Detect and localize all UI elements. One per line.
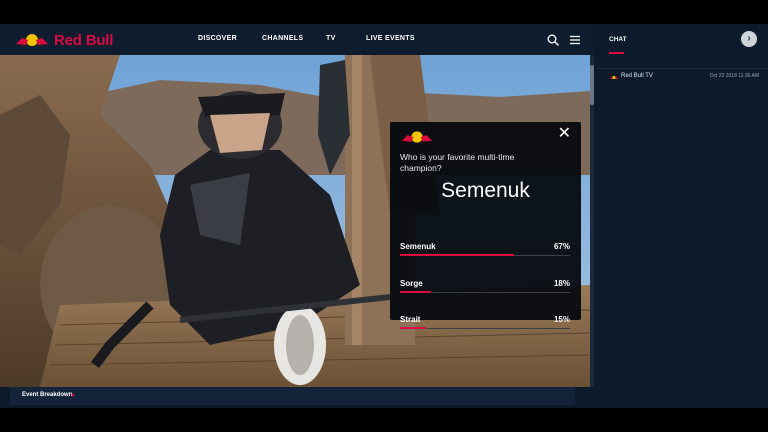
video-scrollbar[interactable] (590, 55, 594, 387)
poll-option-name: Semenuk (400, 242, 436, 251)
brand-name: Red Bull (54, 31, 114, 49)
event-breakdown-bar[interactable]: Event Breakdown (10, 387, 575, 405)
poll-question: Who is your favorite multi-time champion… (400, 152, 515, 173)
chat-tab[interactable]: CHAT (609, 36, 627, 43)
chat-author[interactable]: Red Bull TV (621, 73, 653, 79)
poll-option-name: Strait (400, 315, 421, 324)
app-frame: Red Bull DISCOVER CHANNELS TV LIVE EVENT… (0, 24, 768, 408)
top-nav-bar: Red Bull DISCOVER CHANNELS TV LIVE EVENT… (0, 24, 594, 56)
poll-option-bar (400, 291, 431, 293)
poll-overlay: ✕ Who is your favorite multi-time champi… (390, 122, 581, 329)
chat-timestamp: Oct 23 2018 11:36 AM (709, 73, 759, 79)
close-icon[interactable]: ✕ (558, 126, 571, 142)
poll-option-track (400, 328, 570, 329)
nav-channels[interactable]: CHANNELS (262, 35, 303, 42)
chat-panel: CHAT › Red Bull TV Oct 23 2018 11:36 AM (597, 24, 768, 408)
poll-option-percent: 15% (553, 315, 570, 324)
nav-tv[interactable]: TV (326, 35, 336, 42)
nav-live-events[interactable]: LIVE EVENTS (366, 35, 415, 42)
poll-option-bar (400, 327, 426, 329)
chevron-right-icon[interactable]: › (741, 31, 757, 47)
scrollbar-thumb[interactable] (590, 65, 594, 105)
poll-option-name: Sorge (400, 279, 423, 288)
poll-bulls-logo-icon (401, 131, 433, 143)
poll-option-percent: 18% (553, 279, 570, 288)
bulls-logo-icon (16, 34, 48, 46)
menu-icon[interactable] (568, 33, 582, 47)
chat-tab-underline (609, 52, 624, 54)
author-logo-icon (609, 75, 619, 80)
dropdown-arrow-icon[interactable] (71, 394, 75, 397)
event-breakdown-label[interactable]: Event Breakdown (22, 392, 72, 398)
nav-discover[interactable]: DISCOVER (198, 35, 237, 42)
search-icon[interactable] (546, 33, 560, 47)
poll-option-percent: 67% (553, 242, 570, 251)
chat-message: Red Bull TV Oct 23 2018 11:36 AM (609, 72, 759, 84)
red-bull-logo[interactable]: Red Bull (14, 29, 113, 51)
chat-divider (597, 68, 768, 69)
poll-option-bar (400, 254, 514, 256)
poll-leader: Semenuk (441, 179, 530, 202)
